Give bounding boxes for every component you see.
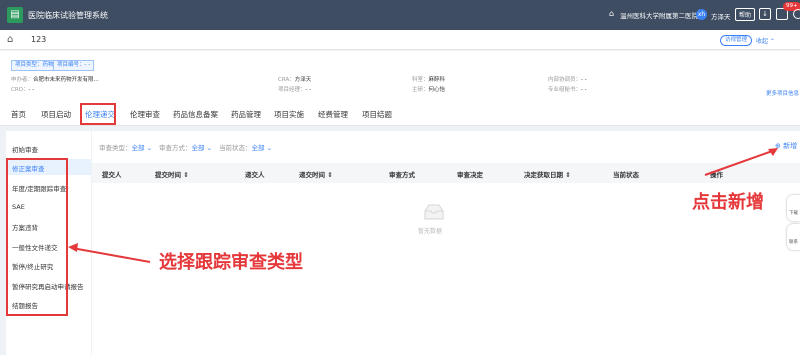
hospital-icon: ⌂ [609, 9, 615, 18]
col-submitter: 提交人 [102, 171, 122, 179]
breadcrumb: ⌂ 123 访视管理 收起 ⌃ [0, 30, 800, 50]
tab-drug-management[interactable]: 药品管理 [231, 109, 261, 120]
app-title: 医院临床试验管理系统 [28, 11, 108, 20]
contact-float-button[interactable]: 联系 [787, 224, 800, 250]
more-info-link[interactable]: 更多项目信息 [766, 89, 799, 97]
department-field: 科室：麻醉科 [412, 77, 446, 83]
project-info-panel: 项目类型：药物 项目编号：- - 申办者：合肥市未来药物开发有限... CRO：… [0, 51, 800, 101]
sidebar-item-initial-review[interactable]: 初始审查 [12, 144, 38, 154]
col-submit-time[interactable]: 提交时间 ⇕ [155, 169, 189, 179]
status-filter[interactable]: 当前状态：全部 ⌄ [219, 142, 272, 152]
col-current-status: 当前状态 [613, 171, 639, 179]
module-tabs: 首页 项目启动 伦理递交 伦理审查 药品信息备案 药品管理 项目实施 经费管理 … [0, 101, 800, 126]
col-decision-date[interactable]: 决定获取日期 ⇕ [524, 169, 571, 179]
secretary-field: 专业组秘书：- - [548, 87, 587, 93]
sidebar-hint-annotation: 选择跟踪审查类型 [159, 252, 303, 273]
project-number-tag: 项目编号：- - [53, 60, 95, 71]
empty-box-icon [424, 204, 444, 220]
app-logo-icon: ▤ [7, 7, 23, 23]
avatar[interactable]: xh [696, 9, 707, 20]
tab-ethics-review[interactable]: 伦理审查 [130, 109, 160, 120]
tab-drug-info[interactable]: 药品信息备案 [173, 109, 218, 120]
home-icon[interactable]: ⌂ [7, 34, 13, 45]
tab-project-implementation[interactable]: 项目实施 [274, 109, 304, 120]
col-review-decision: 审查决定 [457, 171, 483, 179]
review-type-filter[interactable]: 审查类型：全部 ⌄ [99, 142, 152, 152]
tab-highlight-box [80, 103, 116, 125]
tab-project-start[interactable]: 项目启动 [41, 109, 71, 120]
col-sender: 递交人 [245, 171, 265, 179]
settings-icon[interactable] [793, 9, 800, 19]
col-send-time[interactable]: 递交时间 ⇕ [299, 169, 333, 179]
add-new-button[interactable]: ⊕ 新增 [775, 141, 797, 151]
collapse-label: 收起 [756, 38, 769, 45]
col-actions: 操作 [710, 171, 723, 179]
visit-management-button[interactable]: 访视管理 [720, 35, 753, 46]
download-icon[interactable]: ↓ [759, 8, 771, 20]
review-method-filter[interactable]: 审查方式：全部 ⌄ [159, 142, 212, 152]
username[interactable]: 方泽天 [711, 11, 731, 21]
project-manager-field: 项目经理：- - [278, 87, 312, 93]
new-hint-annotation: 点击新增 [692, 192, 764, 213]
empty-text: 暂无数据 [418, 228, 443, 235]
top-bar: ▤ 医院临床试验管理系统 ⌂ 温州医科大学附属第二医院 xh 方泽天 帮助 ↓ … [0, 0, 800, 30]
sidebar-highlight-box [6, 158, 68, 316]
collapse-button[interactable]: 收起 ⌃ [756, 36, 775, 45]
tab-project-closing[interactable]: 项目结题 [362, 109, 392, 120]
cro-field: CRO：- - [11, 87, 35, 93]
sponsor-field: 申办者：合肥市未来药物开发有限... [11, 77, 99, 83]
help-button[interactable]: 帮助 [735, 8, 756, 21]
review-list-panel: 审查类型：全部 ⌄ 审查方式：全部 ⌄ 当前状态：全部 ⌄ ⊕ 新增 提交人 提… [92, 131, 800, 355]
coordinator-field: 内部协调员：- - [548, 77, 587, 83]
principal-investigator-field: 主研：何心怡 [412, 87, 446, 93]
project-name: 123 [31, 35, 47, 44]
tab-funding[interactable]: 经费管理 [318, 109, 348, 120]
download-float-button[interactable]: 下载 [787, 195, 800, 221]
tab-home[interactable]: 首页 [11, 109, 26, 120]
table-header: 提交人 提交时间 ⇕ 递交人 递交时间 ⇕ 审查方式 审查决定 决定获取日期 ⇕… [92, 163, 800, 183]
cra-field: CRA：方泽天 [278, 77, 312, 83]
project-type-tag: 项目类型：药物 [11, 60, 58, 71]
col-review-method: 审查方式 [389, 171, 415, 179]
hospital-name[interactable]: 温州医科大学附属第二医院 [620, 10, 698, 20]
